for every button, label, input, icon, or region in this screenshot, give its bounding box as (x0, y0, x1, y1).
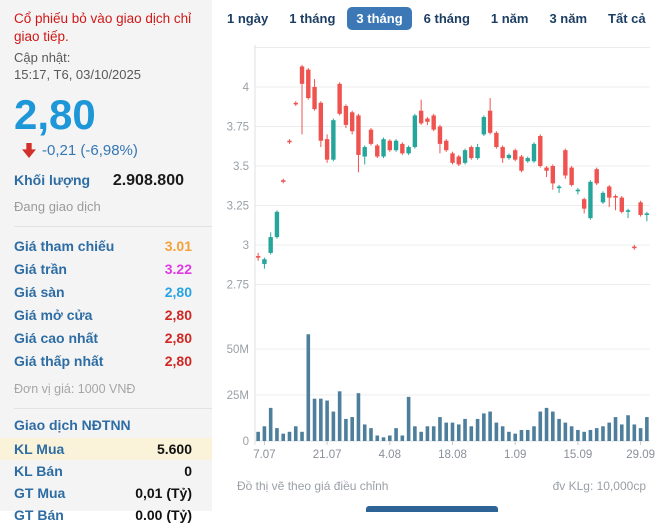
svg-text:3.25: 3.25 (227, 201, 249, 213)
stock-info-sidebar: Cổ phiếu bỏ vào giao dịch chỉ giao tiếp.… (0, 0, 212, 511)
svg-text:2.75: 2.75 (227, 280, 249, 292)
trading-notice: Cổ phiếu bỏ vào giao dịch chỉ giao tiếp. (14, 10, 212, 46)
price-unit-note: Đơn vị giá: 1000 VNĐ (14, 382, 212, 396)
volume-row: Khối lượng 2.908.800 (14, 172, 212, 190)
volume-value: 2.908.800 (113, 172, 184, 190)
row-value: 3.22 (165, 261, 192, 277)
svg-text:18.08: 18.08 (438, 449, 467, 461)
svg-text:7.07: 7.07 (253, 449, 275, 461)
svg-text:4.08: 4.08 (379, 449, 401, 461)
tab-6-thang[interactable]: 6 tháng (415, 7, 479, 30)
row-label: Giá sàn (14, 284, 65, 300)
row-label: Giá cao nhất (14, 330, 98, 346)
row-value: 0.00 (Tỷ) (135, 507, 192, 523)
row-label: KL Bán (14, 463, 63, 479)
divider (14, 226, 212, 227)
row-value: 0 (184, 463, 192, 479)
volume-unit-note: đv KLg: 10,000cp (553, 479, 646, 493)
row-label: Giá thấp nhất (14, 353, 103, 369)
row-value: 5.600 (157, 441, 192, 457)
svg-text:1.09: 1.09 (504, 449, 526, 461)
row-value: 0,01 (Tỷ) (135, 485, 192, 501)
tab-1-ngay[interactable]: 1 ngày (218, 7, 277, 30)
row-lowest-price: Giá thấp nhất 2,80 (14, 350, 212, 373)
tab-tat-ca[interactable]: Tất cả (599, 7, 655, 30)
row-value: 3.01 (165, 238, 192, 254)
price-change-value: -0,21 (-6,98%) (42, 142, 138, 159)
divider (14, 408, 212, 409)
row-foreign-buy-value: GT Mua 0,01 (Tỷ) (14, 482, 212, 504)
svg-text:4: 4 (243, 82, 250, 94)
svg-text:50M: 50M (227, 344, 249, 356)
row-foreign-buy-volume: KL Mua 5.600 (0, 438, 212, 460)
price-volume-chart[interactable]: 4 3.75 3.5 3.25 3 2.75 50M 25M 0 7.07 21.07 4.08 18.… (212, 38, 655, 476)
svg-text:3: 3 (243, 240, 249, 252)
row-ceiling-price: Giá trần 3.22 (14, 258, 212, 281)
row-label: GT Mua (14, 485, 65, 501)
row-label: Giá tham chiếu (14, 238, 114, 254)
row-value: 2,80 (165, 307, 192, 323)
tab-3-nam[interactable]: 3 năm (540, 7, 596, 30)
row-floor-price: Giá sàn 2,80 (14, 281, 212, 304)
row-highest-price: Giá cao nhất 2,80 (14, 327, 212, 350)
row-open-price: Giá mở cửa 2,80 (14, 304, 212, 327)
svg-text:3.75: 3.75 (227, 122, 249, 134)
updated-label: Cập nhật: (14, 49, 212, 67)
row-value: 2,80 (165, 330, 192, 346)
svg-text:25M: 25M (227, 390, 249, 402)
row-foreign-sell-value: GT Bán 0.00 (Tỷ) (14, 504, 212, 526)
svg-text:3.5: 3.5 (233, 161, 249, 173)
updated-time: 15:17, T6, 03/10/2025 (14, 66, 212, 84)
arrow-down-icon (22, 143, 36, 158)
svg-text:15.09: 15.09 (564, 449, 593, 461)
current-price: 2,80 (14, 94, 212, 136)
tab-1-nam[interactable]: 1 năm (482, 7, 538, 30)
svg-text:0: 0 (243, 436, 249, 448)
row-value: 2,80 (165, 353, 192, 369)
svg-text:21.07: 21.07 (313, 449, 342, 461)
row-label: KL Mua (14, 441, 64, 457)
row-foreign-sell-volume: KL Bán 0 (14, 460, 212, 482)
bottom-partial-element (366, 506, 498, 512)
foreign-trading-header: Giao dịch NĐTNN (14, 417, 212, 433)
trading-status: Đang giao dịch (14, 199, 212, 214)
svg-text:29.09: 29.09 (626, 449, 655, 461)
row-value: 2,80 (165, 284, 192, 300)
row-reference-price: Giá tham chiếu 3.01 (14, 235, 212, 258)
row-label: Giá mở cửa (14, 307, 92, 323)
tab-3-thang[interactable]: 3 tháng (347, 7, 411, 30)
volume-label: Khối lượng (14, 172, 90, 188)
row-label: GT Bán (14, 507, 64, 523)
row-label: Giá trần (14, 261, 67, 277)
chart-adjusted-note: Đồ thị vẽ theo giá điều chỉnh (237, 479, 388, 493)
time-range-tabs: 1 ngày 1 tháng 3 tháng 6 tháng 1 năm 3 n… (218, 7, 655, 30)
price-change-row: -0,21 (-6,98%) (22, 142, 212, 159)
tab-1-thang[interactable]: 1 tháng (280, 7, 344, 30)
